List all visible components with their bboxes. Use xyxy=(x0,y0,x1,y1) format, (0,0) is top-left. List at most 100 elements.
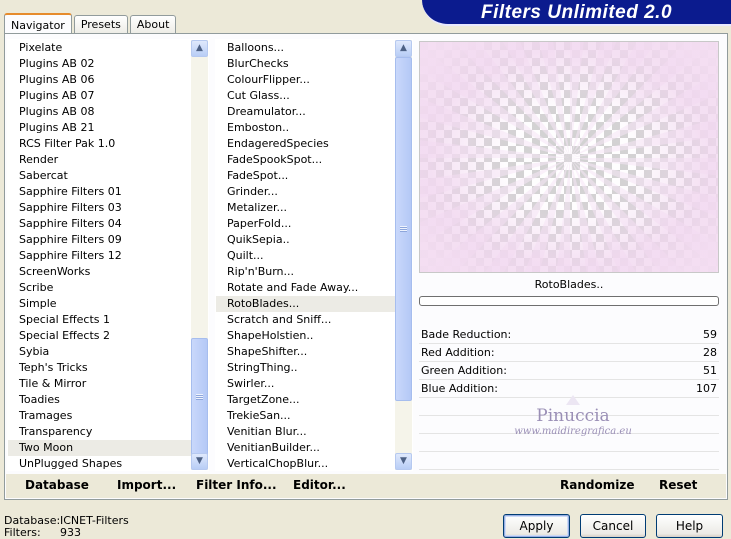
rotoblades-preview-image xyxy=(420,42,718,272)
category-scroll-thumb[interactable] xyxy=(191,338,208,456)
category-list-item[interactable]: Two Moon xyxy=(8,440,191,456)
category-list-item[interactable]: Sapphire Filters 03 xyxy=(8,200,191,216)
tab-presets[interactable]: Presets xyxy=(73,15,128,34)
category-list-item[interactable]: Sybia xyxy=(8,344,191,360)
filter-scrollbar[interactable]: ▲ ▼ xyxy=(395,40,412,470)
tab-navigator[interactable]: Navigator xyxy=(4,13,72,35)
filter-list-item[interactable]: Venitian Blur... xyxy=(216,424,395,440)
chevron-up-icon[interactable]: ▲ xyxy=(191,40,208,57)
filter-list-item[interactable]: Dreamulator... xyxy=(216,104,395,120)
help-button[interactable]: Help xyxy=(656,514,723,538)
filter-info-button[interactable]: Filter Info... xyxy=(196,478,277,492)
param-label: Red Addition: xyxy=(421,346,495,359)
category-list-item[interactable]: Sabercat xyxy=(8,168,191,184)
filter-list-item[interactable]: FadeSpot... xyxy=(216,168,395,184)
category-list-item[interactable]: Tile & Mirror xyxy=(8,376,191,392)
filter-scroll-thumb[interactable] xyxy=(395,57,412,401)
filter-list-item[interactable]: Balloons... xyxy=(216,40,395,56)
cancel-button[interactable]: Cancel xyxy=(580,514,646,538)
database-info: Database: ICNET-Filters Filters: 933 xyxy=(4,515,129,539)
watermark-site: www.maidiregrafica.eu xyxy=(514,426,632,437)
filter-list-item[interactable]: StringThing.. xyxy=(216,360,395,376)
filter-list-item[interactable]: Scratch and Sniff... xyxy=(216,312,395,328)
filter-list-item[interactable]: VenitianBuilder... xyxy=(216,440,395,456)
param-bade-reduction[interactable]: Bade Reduction: 59 xyxy=(419,326,719,344)
filter-list-item[interactable]: BlurChecks xyxy=(216,56,395,72)
param-value: 107 xyxy=(696,382,717,395)
category-list-item[interactable]: Plugins AB 21 xyxy=(8,120,191,136)
grip-icon xyxy=(400,226,407,232)
randomize-button[interactable]: Randomize xyxy=(560,478,634,492)
param-red-addition[interactable]: Red Addition: 28 xyxy=(419,344,719,362)
category-list-item[interactable]: Scribe xyxy=(8,280,191,296)
category-list-item[interactable]: Plugins AB 08 xyxy=(8,104,191,120)
category-list[interactable]: Pixelate Plugins AB 02 Plugins AB 06 Plugin… xyxy=(7,39,209,471)
progress-bar xyxy=(419,296,719,306)
category-list-item[interactable]: UnPlugged Shapes xyxy=(8,456,191,470)
category-list-item[interactable]: ScreenWorks xyxy=(8,264,191,280)
filters-count: 933 xyxy=(60,526,81,539)
filter-list-item[interactable]: TrekieSan... xyxy=(216,408,395,424)
param-value: 28 xyxy=(703,346,717,359)
chevron-down-icon[interactable]: ▼ xyxy=(395,453,412,470)
filter-list-item[interactable]: QuikSepia.. xyxy=(216,232,395,248)
category-items: Pixelate Plugins AB 02 Plugins AB 06 Plugin… xyxy=(8,40,191,470)
reset-button[interactable]: Reset xyxy=(659,478,697,492)
database-button[interactable]: Database xyxy=(25,478,89,492)
category-list-item[interactable]: Tramages xyxy=(8,408,191,424)
filter-list-item[interactable]: Rip'n'Burn... xyxy=(216,264,395,280)
category-list-item[interactable]: Sapphire Filters 12 xyxy=(8,248,191,264)
param-label: Bade Reduction: xyxy=(421,328,512,341)
category-list-item[interactable]: Teph's Tricks xyxy=(8,360,191,376)
filter-list-item[interactable]: Grinder... xyxy=(216,184,395,200)
filter-list-item[interactable]: PaperFold... xyxy=(216,216,395,232)
navigator-toolbar: Database Import... Filter Info... Editor… xyxy=(6,474,726,498)
app-banner-title: Filters Unlimited 2.0 xyxy=(422,0,731,26)
category-list-item[interactable]: RCS Filter Pak 1.0 xyxy=(8,136,191,152)
filter-list-item[interactable]: ShapeShifter... xyxy=(216,344,395,360)
filter-list-item[interactable]: Rotate and Fade Away... xyxy=(216,280,395,296)
navigator-panel: Pixelate Plugins AB 02 Plugins AB 06 Plugin… xyxy=(4,33,728,500)
filter-list-item[interactable]: TargetZone... xyxy=(216,392,395,408)
filter-list-item[interactable]: VerticalChopBlur... xyxy=(216,456,395,470)
param-value: 51 xyxy=(703,364,717,377)
filter-list-item[interactable]: Swirler... xyxy=(216,376,395,392)
param-value: 59 xyxy=(703,328,717,341)
filter-list-item[interactable]: Metalizer... xyxy=(216,200,395,216)
category-list-item[interactable]: Simple xyxy=(8,296,191,312)
category-list-item[interactable]: Plugins AB 02 xyxy=(8,56,191,72)
param-green-addition[interactable]: Green Addition: 51 xyxy=(419,362,719,380)
filter-list-item[interactable]: RotoBlades... xyxy=(216,296,395,312)
filter-list[interactable]: Balloons... BlurChecks ColourFlipper... Cut… xyxy=(215,39,413,471)
filter-list-item[interactable]: FadeSpookSpot... xyxy=(216,152,395,168)
tab-about[interactable]: About xyxy=(129,15,177,34)
category-list-item[interactable]: Sapphire Filters 01 xyxy=(8,184,191,200)
apply-button[interactable]: Apply xyxy=(503,514,570,538)
filter-list-item[interactable]: Cut Glass... xyxy=(216,88,395,104)
category-list-item[interactable]: Plugins AB 06 xyxy=(8,72,191,88)
category-list-item[interactable]: Plugins AB 07 xyxy=(8,88,191,104)
chevron-down-icon[interactable]: ▼ xyxy=(191,453,208,470)
category-scrollbar[interactable]: ▲ ▼ xyxy=(191,40,208,470)
filter-list-item[interactable]: ShapeHolstien.. xyxy=(216,328,395,344)
tab-strip: Navigator Presets About xyxy=(4,12,178,35)
filter-preview xyxy=(419,41,719,273)
selected-filter-name: RotoBlades.. xyxy=(534,278,604,291)
category-list-item[interactable]: Special Effects 1 xyxy=(8,312,191,328)
chevron-up-icon[interactable]: ▲ xyxy=(395,40,412,57)
watermark-title: Pinuccia xyxy=(536,406,610,426)
editor-button[interactable]: Editor... xyxy=(293,478,346,492)
category-list-item[interactable]: Toadies xyxy=(8,392,191,408)
import-button[interactable]: Import... xyxy=(117,478,176,492)
category-list-item[interactable]: Pixelate xyxy=(8,40,191,56)
grip-icon xyxy=(196,394,203,400)
category-list-item[interactable]: Transparency xyxy=(8,424,191,440)
category-list-item[interactable]: Render xyxy=(8,152,191,168)
category-list-item[interactable]: Special Effects 2 xyxy=(8,328,191,344)
category-list-item[interactable]: Sapphire Filters 04 xyxy=(8,216,191,232)
category-list-item[interactable]: Sapphire Filters 09 xyxy=(8,232,191,248)
filter-list-item[interactable]: EndageredSpecies xyxy=(216,136,395,152)
filter-list-item[interactable]: Quilt... xyxy=(216,248,395,264)
filter-list-item[interactable]: ColourFlipper... xyxy=(216,72,395,88)
filter-list-item[interactable]: Emboston.. xyxy=(216,120,395,136)
